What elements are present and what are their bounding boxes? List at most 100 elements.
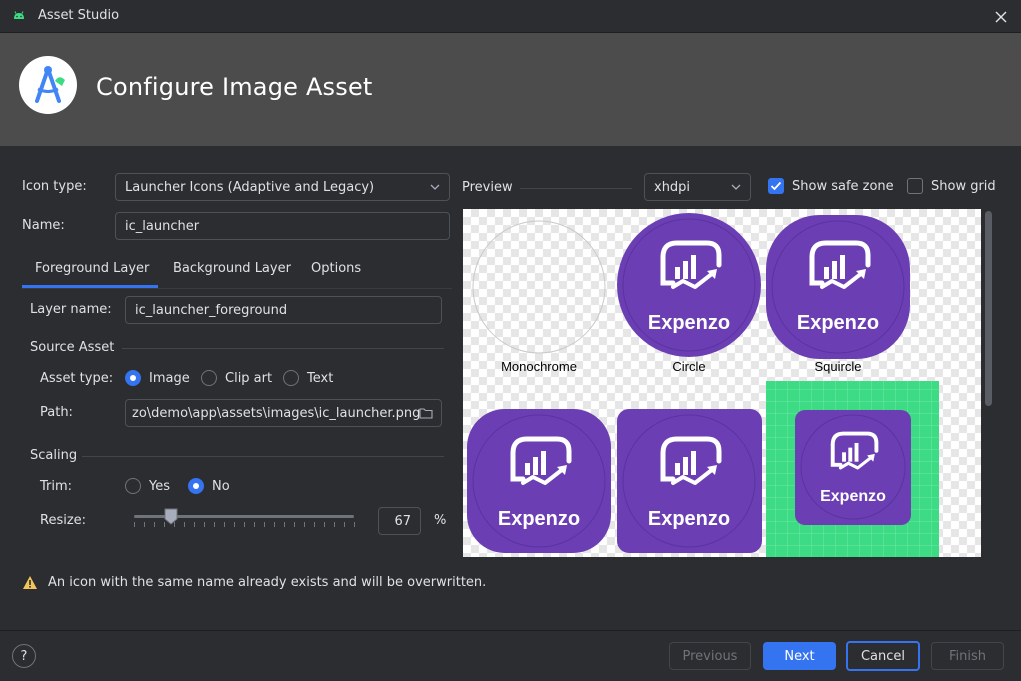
preview-label: Preview [462,180,513,195]
tab-divider [22,288,452,289]
name-label: Name: [22,218,65,233]
page-title: Configure Image Asset [96,73,373,101]
folder-icon[interactable] [419,407,433,419]
icon-label-squircle: Squircle [815,359,862,374]
section-divider [520,188,632,189]
icon-label-monochrome: Monochrome [501,359,577,374]
asset-type-image-label[interactable]: Image [149,371,190,386]
slider-tick [274,522,275,527]
brand-text: Expenzo [498,508,580,530]
brand-text: Expenzo [820,488,886,505]
android-icon [14,11,24,19]
name-value: ic_launcher [125,218,200,234]
circle-icon-preview: Expenzo [617,213,761,357]
asset-type-clipart-label[interactable]: Clip art [225,371,272,386]
preview-canvas: Expenzo Expenzo Expenzo Expenzo Expenzo … [463,209,981,557]
show-grid-checkbox[interactable] [907,178,923,194]
icon-label-circle: Circle [672,359,705,374]
icon-type-label: Icon type: [22,179,87,194]
square-icon-preview: Expenzo [617,409,762,553]
trim-yes-radio[interactable] [125,478,141,494]
asset-type-clipart-radio[interactable] [201,370,217,386]
trim-no-label[interactable]: No [212,479,230,494]
slider-tick [344,522,345,527]
resize-value-field[interactable]: 67 [378,507,421,535]
slider-tick [334,522,335,527]
monochrome-icon-preview [472,220,606,354]
tab-background-layer[interactable]: Background Layer [173,261,291,276]
asset-type-text-label[interactable]: Text [307,371,333,386]
show-safe-zone-label[interactable]: Show safe zone [792,179,894,194]
preview-icons: Expenzo Expenzo Expenzo Expenzo Expenzo … [467,213,939,557]
slider-tick [304,522,305,527]
android-studio-logo [19,56,77,114]
chevron-down-icon [430,184,440,190]
trim-yes-label[interactable]: Yes [149,479,170,494]
layer-name-label: Layer name: [30,302,112,317]
active-tab-indicator [22,285,158,288]
trim-label: Trim: [40,479,73,494]
resize-value: 67 [394,513,411,529]
finish-button[interactable]: Finish [931,642,1004,670]
name-field[interactable]: ic_launcher [115,212,450,240]
slider-tick [254,522,255,527]
warning-icon [23,576,37,589]
slider-tick [284,522,285,527]
compass-icon [35,66,65,103]
slider-tick [314,522,315,527]
next-button[interactable]: Next [763,642,836,670]
asset-type-label: Asset type: [40,371,114,386]
brand-text: Expenzo [648,312,730,334]
cancel-button[interactable]: Cancel [846,641,920,671]
preview-scroll-thumb[interactable] [985,211,992,406]
warning-message: An icon with the same name already exist… [48,575,487,590]
show-grid-label[interactable]: Show grid [931,179,996,194]
brand-text: Expenzo [797,312,879,334]
section-divider [122,348,444,349]
resize-label: Resize: [40,513,87,528]
icon-type-value: Launcher Icons (Adaptive and Legacy) [125,179,375,195]
resize-slider-thumb[interactable] [164,508,178,525]
layer-name-field[interactable]: ic_launcher_foreground [125,296,442,324]
path-value: zo\demo\app\assets\images\ic_launcher.pn… [132,405,421,421]
density-select[interactable]: xhdpi [644,173,751,201]
path-label: Path: [40,405,73,420]
close-icon[interactable] [990,6,1012,28]
slider-tick [234,522,235,527]
help-button[interactable]: ? [12,644,36,668]
icon-type-select[interactable]: Launcher Icons (Adaptive and Legacy) [115,173,450,201]
layer-name-value: ic_launcher_foreground [135,302,288,318]
trim-no-radio[interactable] [188,478,204,494]
checkmark-icon [770,181,782,191]
path-field[interactable]: zo\demo\app\assets\images\ic_launcher.pn… [125,399,442,427]
slider-tick [354,522,355,527]
slider-tick [134,522,135,527]
slider-tick [224,522,225,527]
asset-type-image-radio[interactable] [125,370,141,386]
scaling-title: Scaling [30,448,78,463]
brand-text: Expenzo [648,508,730,530]
squircle-icon-preview: Expenzo [766,215,910,359]
show-safe-zone-checkbox[interactable] [768,178,784,194]
footer-divider [0,630,1021,631]
slider-tick [294,522,295,527]
window-title: Asset Studio [38,8,120,23]
rounded-square-icon-preview: Expenzo [467,409,611,553]
slider-tick [144,522,145,527]
slider-tick [264,522,265,527]
tab-foreground-layer[interactable]: Foreground Layer [35,261,149,276]
slider-tick [244,522,245,527]
tab-options[interactable]: Options [311,261,361,276]
source-asset-title: Source Asset [30,340,115,355]
title-bar [0,0,1021,33]
full-bleed-icon-preview: Expenzo [766,381,939,557]
slider-tick [194,522,195,527]
asset-type-text-radio[interactable] [283,370,299,386]
chevron-down-icon [731,184,741,190]
section-divider [82,456,444,457]
slider-tick [204,522,205,527]
slider-tick [324,522,325,527]
slider-tick [214,522,215,527]
previous-button[interactable]: Previous [669,642,751,670]
slider-tick [184,522,185,527]
